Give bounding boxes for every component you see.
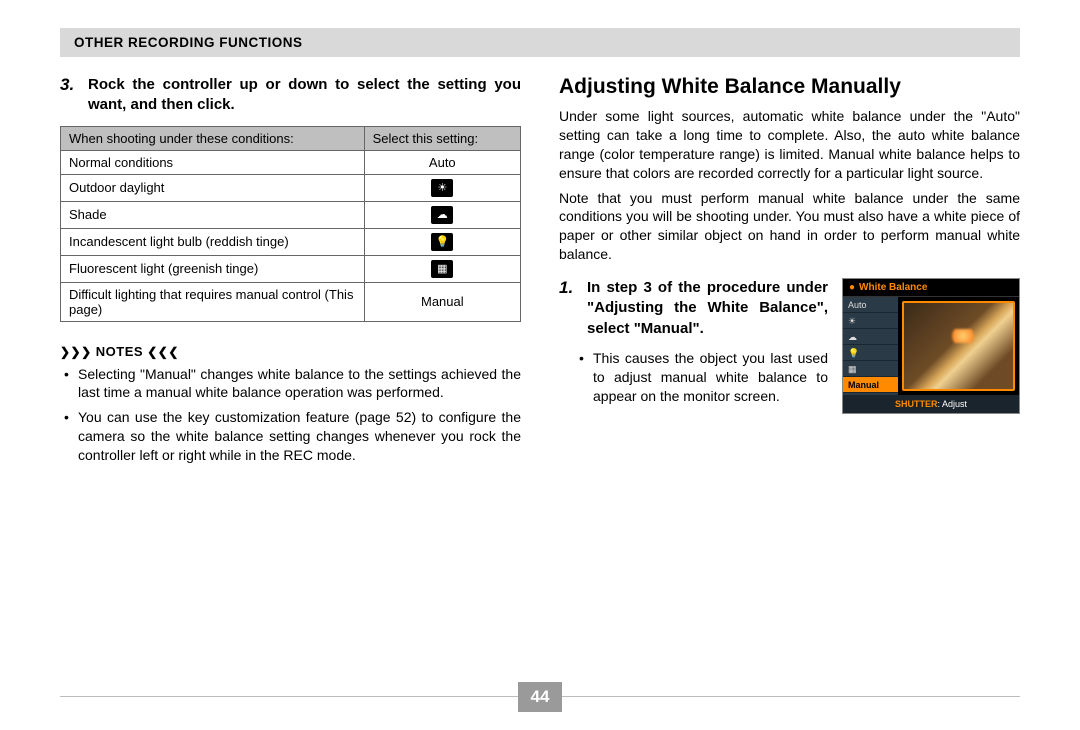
lcd-menu-list: Auto ☀ ☁ 💡 ▦ Manual	[843, 297, 898, 395]
lcd-menu-item: ☀	[843, 313, 898, 329]
lcd-footer-key: SHUTTER	[895, 399, 938, 409]
lcd-preview-candles-icon	[948, 329, 978, 343]
lcd-header: ● White Balance	[843, 279, 1019, 297]
lcd-title: White Balance	[859, 282, 927, 293]
lcd-menu-item: ☁	[843, 329, 898, 345]
arrows-right-icon: ❯❯❯	[60, 345, 92, 359]
lcd-body: Auto ☀ ☁ 💡 ▦ Manual	[843, 297, 1019, 395]
notes-list: Selecting "Manual" changes white balance…	[60, 365, 521, 465]
table-row: Incandescent light bulb (reddish tinge) …	[61, 228, 521, 255]
cond-cell: Incandescent light bulb (reddish tinge)	[61, 228, 365, 255]
notes-label: NOTES	[96, 344, 143, 359]
setting-cell: Manual	[364, 282, 520, 321]
table-row: Fluorescent light (greenish tinge) ▦	[61, 255, 521, 282]
table-header-conditions: When shooting under these conditions:	[61, 126, 365, 150]
cond-cell: Outdoor daylight	[61, 174, 365, 201]
table-row: Outdoor daylight ☀	[61, 174, 521, 201]
manual-wb-para2: Note that you must perform manual white …	[559, 189, 1020, 265]
setting-cell: Auto	[364, 150, 520, 174]
table-row: Normal conditions Auto	[61, 150, 521, 174]
step-3-number: 3.	[60, 75, 78, 116]
cond-cell: Normal conditions	[61, 150, 365, 174]
step-1-bullet: This causes the object you last used to …	[593, 349, 828, 406]
lcd-menu-item-selected: Manual	[843, 377, 898, 393]
lcd-footer: SHUTTER: Adjust	[843, 395, 1019, 413]
step-1-bullets: This causes the object you last used to …	[559, 349, 828, 406]
incandescent-icon: 💡	[431, 233, 453, 251]
arrows-left-icon: ❮❮❮	[147, 345, 179, 359]
cond-cell: Difficult lighting that requires manual …	[61, 282, 365, 321]
setting-cell: ▦	[364, 255, 520, 282]
step-1-number: 1.	[559, 278, 577, 339]
lcd-menu-item: 💡	[843, 345, 898, 361]
setting-cell: ☀	[364, 174, 520, 201]
section-header-bar: OTHER RECORDING FUNCTIONS	[60, 28, 1020, 57]
table-header-setting: Select this setting:	[364, 126, 520, 150]
white-balance-table: When shooting under these conditions: Se…	[60, 126, 521, 322]
setting-cell: 💡	[364, 228, 520, 255]
step-1: 1. In step 3 of the procedure under "Adj…	[559, 278, 828, 339]
lcd-menu-item: ▦	[843, 361, 898, 377]
manual-wb-heading: Adjusting White Balance Manually	[559, 75, 1020, 99]
lcd-indicator-icon: ●	[849, 282, 855, 293]
notes-heading: ❯❯❯ NOTES ❮❮❮	[60, 344, 521, 359]
left-column: 3. Rock the controller up or down to sel…	[60, 75, 521, 471]
table-row: Shade ☁	[61, 201, 521, 228]
table-row: Difficult lighting that requires manual …	[61, 282, 521, 321]
page-number-badge: 44	[518, 682, 562, 712]
two-column-layout: 3. Rock the controller up or down to sel…	[60, 75, 1020, 471]
daylight-icon: ☀	[431, 179, 453, 197]
step-1-text-block: 1. In step 3 of the procedure under "Adj…	[559, 278, 828, 414]
setting-cell: ☁	[364, 201, 520, 228]
lcd-menu-item: Auto	[843, 297, 898, 313]
manual-wb-para1: Under some light sources, automatic whit…	[559, 107, 1020, 183]
section-header-text: OTHER RECORDING FUNCTIONS	[74, 35, 303, 50]
cond-cell: Shade	[61, 201, 365, 228]
shade-icon: ☁	[431, 206, 453, 224]
lcd-preview-image	[902, 301, 1015, 391]
step-3: 3. Rock the controller up or down to sel…	[60, 75, 521, 116]
step-1-text: In step 3 of the procedure under "Adjust…	[587, 278, 828, 339]
camera-lcd-screenshot: ● White Balance Auto ☀ ☁ 💡 ▦ Manual	[842, 278, 1020, 414]
note-item: Selecting "Manual" changes white balance…	[78, 365, 521, 403]
note-item: You can use the key customization featur…	[78, 408, 521, 465]
right-column: Adjusting White Balance Manually Under s…	[559, 75, 1020, 471]
cond-cell: Fluorescent light (greenish tinge)	[61, 255, 365, 282]
lcd-footer-text: : Adjust	[937, 399, 967, 409]
step-1-block: 1. In step 3 of the procedure under "Adj…	[559, 278, 1020, 414]
page-number: 44	[531, 687, 550, 706]
step-3-text: Rock the controller up or down to select…	[88, 75, 521, 116]
fluorescent-icon: ▦	[431, 260, 453, 278]
table-header-row: When shooting under these conditions: Se…	[61, 126, 521, 150]
